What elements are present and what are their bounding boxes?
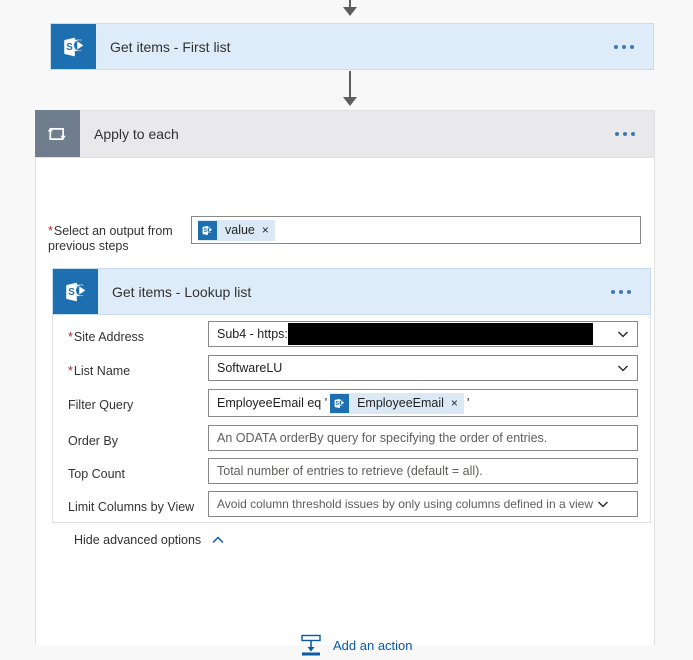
svg-text:S: S — [66, 41, 73, 52]
field-label: Order By — [68, 430, 118, 449]
filter-query-prefix: EmployeeEmail eq ' — [217, 396, 328, 410]
svg-text:S: S — [68, 286, 75, 297]
field-label: Limit Columns by View — [68, 496, 194, 515]
more-commands-button[interactable] — [604, 289, 638, 294]
add-action-label: Add an action — [333, 637, 413, 653]
list-name-value: SoftwareLU — [217, 361, 283, 375]
field-label-text: List Name — [73, 364, 131, 378]
field-select-output-label: *Select an output from previous steps — [48, 220, 203, 254]
filter-query-input[interactable]: EmployeeEmail eq ' S EmployeeEmail × ' — [208, 389, 638, 417]
order-by-input[interactable]: An ODATA orderBy query for specifying th… — [208, 425, 638, 451]
field-label-text: Filter Query — [68, 398, 134, 412]
connector-arrow-middle — [340, 71, 360, 111]
site-address-dropdown[interactable]: Sub4 - https: — [208, 321, 638, 347]
more-commands-button[interactable] — [608, 132, 642, 136]
scope-apply-to-each: Apply to each *Select an output from pre… — [35, 110, 655, 656]
step-card-header: S Get items - First list — [51, 24, 653, 69]
field-label-text: Site Address — [73, 330, 145, 344]
field-label: Filter Query — [68, 394, 133, 413]
sharepoint-icon: S — [51, 24, 96, 69]
top-count-input[interactable]: Total number of entries to retrieve (def… — [208, 458, 638, 484]
connector-arrow-top — [340, 0, 360, 20]
svg-text:S: S — [336, 400, 340, 406]
field-label: *Select an output from previous steps — [48, 220, 203, 254]
sharepoint-icon: S — [53, 269, 98, 314]
close-icon[interactable]: × — [262, 224, 269, 236]
dynamic-content-token-value[interactable]: S value × — [198, 219, 275, 241]
required-marker: * — [68, 364, 73, 378]
field-site-address-label: *Site Address — [68, 326, 144, 345]
token-label: value — [225, 223, 255, 237]
close-icon[interactable]: × — [451, 397, 458, 409]
chevron-down-icon[interactable] — [597, 498, 609, 510]
field-limit-columns-label: Limit Columns by View — [68, 496, 194, 515]
more-commands-button[interactable] — [607, 44, 641, 49]
flow-designer-canvas: S Get items - First list Apply to each *… — [0, 0, 693, 660]
token-label: EmployeeEmail — [357, 396, 444, 410]
add-action-icon — [299, 633, 323, 657]
field-label: *Site Address — [68, 326, 144, 345]
site-address-value: Sub4 - https: — [217, 327, 288, 341]
advanced-toggle-label: Hide advanced options — [74, 533, 202, 547]
field-label-text: Order By — [68, 434, 119, 448]
scope-title: Apply to each — [94, 126, 179, 142]
field-label: *List Name — [68, 360, 130, 379]
scope-header[interactable]: Apply to each — [35, 110, 654, 158]
step-card-get-items-lookup-list[interactable]: S Get items - Lookup list — [52, 268, 651, 315]
hide-advanced-options-toggle[interactable]: Hide advanced options — [74, 533, 225, 547]
field-filter-query-label: Filter Query — [68, 394, 133, 413]
step-card-get-items-first-list[interactable]: S Get items - First list — [50, 23, 654, 70]
loop-icon — [35, 110, 80, 157]
filter-query-suffix: ' — [466, 396, 470, 410]
limit-columns-dropdown[interactable]: Avoid column threshold issues by only us… — [208, 491, 638, 517]
add-an-action-button[interactable]: Add an action — [299, 633, 413, 657]
field-label: Top Count — [68, 463, 125, 482]
select-output-input[interactable]: S value × — [191, 216, 641, 244]
required-marker: * — [48, 224, 53, 238]
list-name-dropdown[interactable]: SoftwareLU — [208, 355, 638, 381]
limit-columns-placeholder: Avoid column threshold issues by only us… — [217, 497, 593, 511]
field-label-text: Select an output from previous steps — [48, 224, 173, 253]
svg-text:S: S — [204, 227, 208, 233]
field-label-text: Top Count — [68, 467, 125, 481]
dynamic-content-token-employeeemail[interactable]: S EmployeeEmail × — [330, 392, 464, 414]
sharepoint-icon: S — [198, 220, 217, 240]
chevron-down-icon[interactable] — [617, 362, 629, 374]
required-marker: * — [68, 330, 73, 344]
scope-body: *Select an output from previous steps S — [36, 158, 654, 656]
step-card-header: S Get items - Lookup list — [53, 269, 650, 314]
field-list-name-label: *List Name — [68, 360, 130, 379]
field-top-count-label: Top Count — [68, 463, 125, 482]
redacted-url — [287, 323, 593, 345]
chevron-down-icon[interactable] — [617, 328, 629, 340]
order-by-placeholder: An ODATA orderBy query for specifying th… — [217, 431, 548, 445]
step-title: Get items - First list — [110, 38, 231, 55]
top-count-placeholder: Total number of entries to retrieve (def… — [217, 464, 483, 478]
sharepoint-icon: S — [330, 393, 350, 413]
field-label-text: Limit Columns by View — [68, 500, 195, 514]
step-title: Get items - Lookup list — [112, 283, 252, 300]
field-order-by-label: Order By — [68, 430, 118, 449]
chevron-up-icon — [211, 533, 225, 547]
